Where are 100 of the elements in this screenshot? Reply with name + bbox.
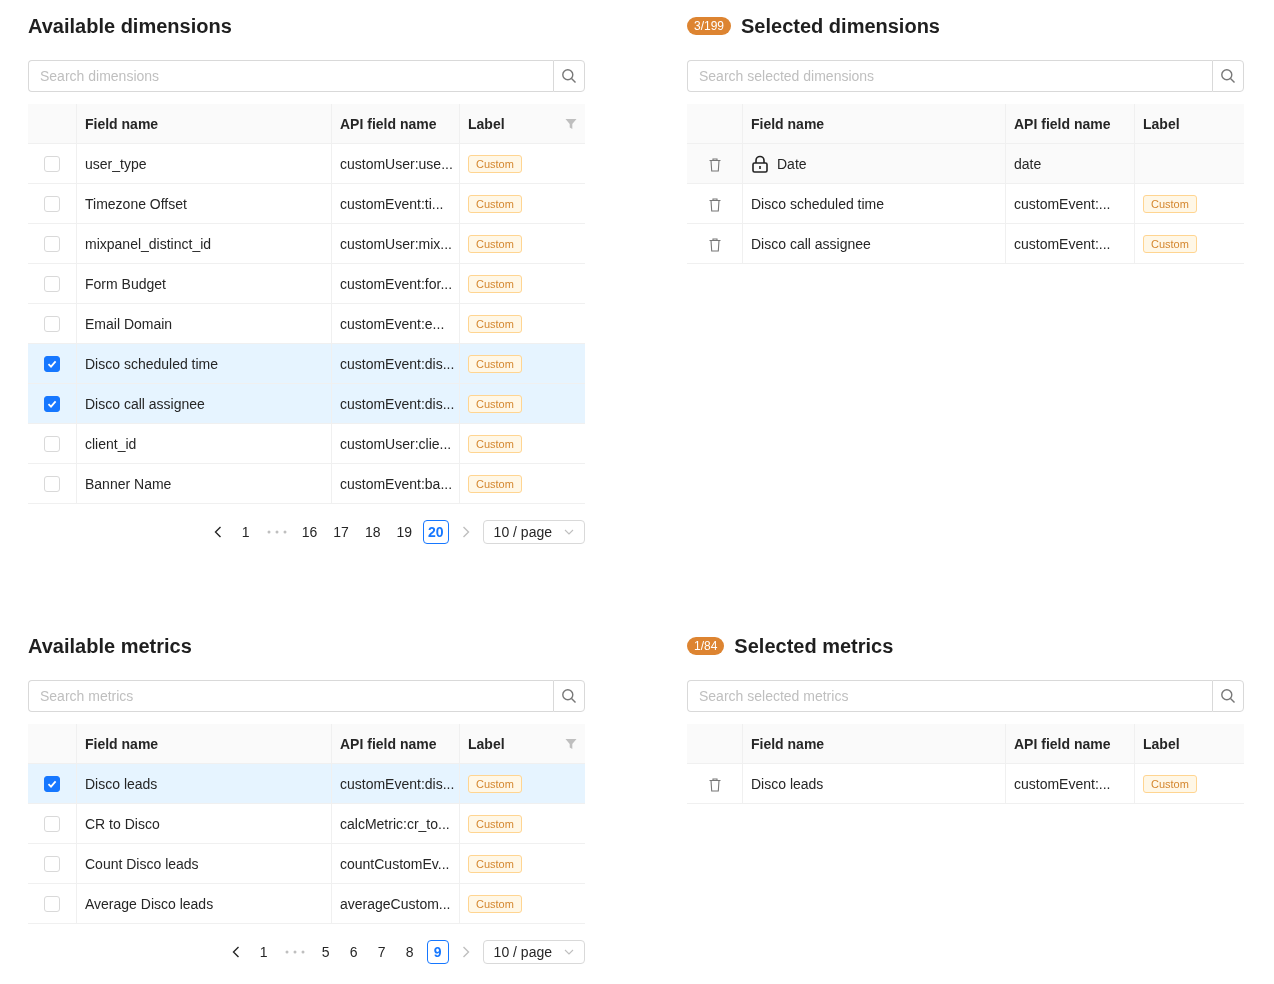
- field-name: client_id: [85, 435, 137, 452]
- page-button[interactable]: 18: [359, 520, 386, 544]
- api-field-name: customEvent:...: [1014, 775, 1111, 792]
- column-header: Field name: [751, 735, 825, 752]
- count-badge: 1/84: [687, 637, 725, 655]
- api-field-name: customUser:clie...: [340, 435, 452, 452]
- label-tag: Custom: [468, 354, 522, 373]
- api-field-name: customUser:mix...: [340, 235, 452, 252]
- delete-icon[interactable]: [708, 157, 721, 172]
- delete-icon[interactable]: [708, 237, 721, 252]
- page-button[interactable]: 8: [398, 940, 421, 964]
- page-button[interactable]: 5: [314, 940, 337, 964]
- column-header: API field name: [1014, 115, 1111, 132]
- search-field[interactable]: Search dimensions: [28, 60, 553, 92]
- field-name: Disco scheduled time: [85, 355, 219, 372]
- label-tag: Custom: [468, 474, 522, 493]
- api-field-name: customEvent:...: [1014, 235, 1111, 252]
- page-size-select[interactable]: 10 / page: [482, 520, 585, 544]
- api-field-name: calcMetric:cr_to...: [340, 815, 450, 832]
- label-tag: Custom: [468, 154, 522, 173]
- field-name: Form Budget: [85, 275, 166, 292]
- count-badge: 3/199: [687, 17, 732, 35]
- api-field-name: customEvent:for...: [340, 275, 453, 292]
- label-tag: Custom: [468, 894, 522, 913]
- field-name: CR to Disco: [85, 815, 160, 832]
- column-header: Label: [1143, 735, 1180, 752]
- search-field[interactable]: Search selected dimensions: [687, 60, 1212, 92]
- field-name: Timezone Offset: [85, 195, 187, 212]
- page-button[interactable]: 16: [296, 520, 323, 544]
- field-name: user_type: [85, 155, 147, 172]
- section-title: Selected metrics: [734, 634, 894, 658]
- api-field-name: customEvent:dis...: [340, 775, 455, 792]
- column-header: Label: [468, 115, 505, 132]
- column-header: Label: [1143, 115, 1180, 132]
- page-button[interactable]: 6: [342, 940, 365, 964]
- field-name: Date: [777, 155, 807, 172]
- label-tag: Custom: [468, 274, 522, 293]
- column-header: API field name: [340, 115, 437, 132]
- api-field-name: countCustomEv...: [340, 855, 450, 872]
- label-tag: Custom: [1143, 194, 1197, 213]
- label-tag: Custom: [468, 814, 522, 833]
- column-header: Field name: [85, 735, 159, 752]
- field-name: Disco call assignee: [751, 235, 871, 252]
- section-title: Available dimensions: [28, 14, 232, 38]
- search-field[interactable]: Search selected metrics: [687, 680, 1212, 712]
- section-title: Selected dimensions: [741, 14, 940, 38]
- search-icon[interactable]: [561, 68, 577, 84]
- api-field-name: customEvent:ba...: [340, 475, 453, 492]
- field-name: Disco scheduled time: [751, 195, 885, 212]
- page-size-select[interactable]: 10 / page: [482, 940, 585, 964]
- label-tag: Custom: [468, 314, 522, 333]
- search-button[interactable]: [1212, 680, 1244, 712]
- api-field-name: averageCustom...: [340, 895, 451, 912]
- field-name: Disco leads: [751, 775, 824, 792]
- api-field-name: customUser:use...: [340, 155, 453, 172]
- api-field-name: customEvent:...: [1014, 195, 1111, 212]
- column-header: Field name: [85, 115, 159, 132]
- column-header: Field name: [751, 115, 825, 132]
- search-icon[interactable]: [1220, 68, 1236, 84]
- api-field-name: customEvent:e...: [340, 315, 445, 332]
- column-header: Label: [468, 735, 505, 752]
- label-tag: Custom: [468, 194, 522, 213]
- page-button[interactable]: 7: [370, 940, 393, 964]
- search-icon[interactable]: [1220, 688, 1236, 704]
- delete-icon[interactable]: [708, 777, 721, 792]
- search-icon[interactable]: [561, 688, 577, 704]
- page-button[interactable]: 20: [423, 520, 449, 544]
- chevron-left-icon[interactable]: [213, 526, 222, 538]
- field-name: Average Disco leads: [85, 895, 214, 912]
- field-name: mixpanel_distinct_id: [85, 235, 212, 252]
- column-header: API field name: [340, 735, 437, 752]
- page-button[interactable]: 1: [252, 940, 275, 964]
- section-title: Available metrics: [28, 634, 192, 658]
- delete-icon[interactable]: [708, 197, 721, 212]
- label-tag: Custom: [468, 234, 522, 253]
- label-tag: Custom: [468, 774, 522, 793]
- search-button[interactable]: [553, 680, 585, 712]
- label-tag: Custom: [468, 434, 522, 453]
- column-header: API field name: [1014, 735, 1111, 752]
- field-name: Email Domain: [85, 315, 173, 332]
- api-field-name: customEvent:dis...: [340, 395, 455, 412]
- label-tag: Custom: [1143, 234, 1197, 253]
- label-tag: Custom: [1143, 774, 1197, 793]
- label-tag: Custom: [468, 854, 522, 873]
- label-tag: Custom: [468, 394, 522, 413]
- page-button[interactable]: 17: [328, 520, 354, 544]
- field-name: Disco call assignee: [85, 395, 205, 412]
- field-name: Disco leads: [85, 775, 158, 792]
- search-field[interactable]: Search metrics: [28, 680, 553, 712]
- api-field-name: customEvent:dis...: [340, 355, 455, 372]
- field-name: Count Disco leads: [85, 855, 199, 872]
- field-name: Banner Name: [85, 475, 172, 492]
- chevron-left-icon[interactable]: [231, 946, 240, 958]
- search-button[interactable]: [553, 60, 585, 92]
- api-field-name: date: [1014, 155, 1042, 172]
- search-button[interactable]: [1212, 60, 1244, 92]
- page-button[interactable]: 1: [234, 520, 257, 544]
- page-button[interactable]: 9: [426, 940, 449, 964]
- page-button[interactable]: 19: [391, 520, 418, 544]
- api-field-name: customEvent:ti...: [340, 195, 444, 212]
